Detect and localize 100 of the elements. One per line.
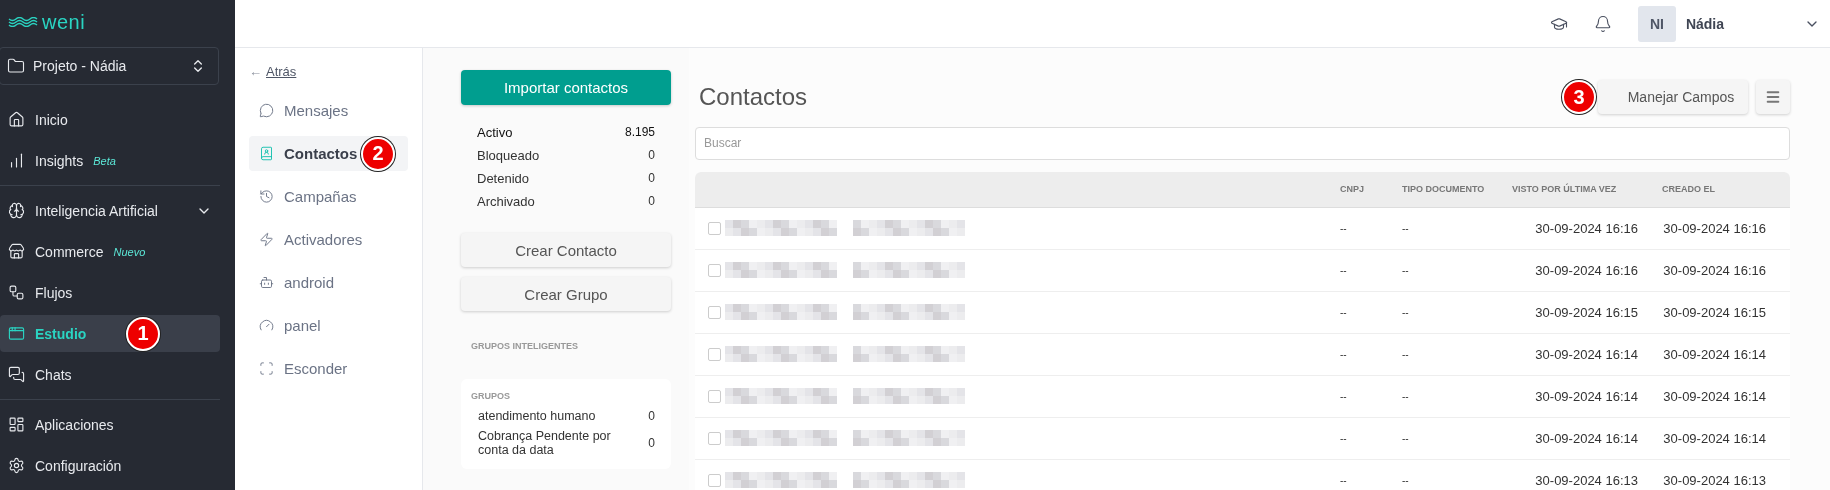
scan-icon <box>259 361 274 376</box>
step-marker: 3 <box>1562 80 1596 115</box>
column-header[interactable]: CNPJ <box>1340 184 1402 195</box>
table-cell-text: 30-09-2024 16:14 <box>1534 430 1639 446</box>
subnav-item[interactable]: Esconder <box>249 351 408 386</box>
flow-icon <box>8 284 25 301</box>
table-cell-text: 30-09-2024 16:16 <box>1534 220 1639 236</box>
sidebar-label: Chats <box>35 366 72 383</box>
sidebar-item[interactable]: Insights Beta <box>0 142 220 179</box>
robot-icon <box>259 275 274 290</box>
table-cell-text: -- <box>1402 432 1410 444</box>
sidebar-item[interactable]: Inicio <box>0 101 220 138</box>
grid-icon <box>8 416 25 433</box>
sidebar-item[interactable]: Estudio 1 <box>0 315 220 352</box>
bell-icon[interactable] <box>1593 14 1612 33</box>
table-cell-text: -- <box>1340 264 1348 276</box>
status-count: 8.195 <box>624 125 655 140</box>
sidebar-label: Commerce <box>35 243 104 260</box>
page-title: Contactos <box>699 83 808 112</box>
table-cell-text: 30-09-2024 16:16 <box>1534 262 1639 278</box>
subnav-item[interactable]: Mensajes <box>249 93 408 128</box>
status-label[interactable]: Archivado <box>477 194 535 209</box>
column-header[interactable]: TIPO DOCUMENTO <box>1402 184 1512 195</box>
create-button[interactable]: Crear Contacto <box>461 233 671 267</box>
subnav-item[interactable]: android <box>249 265 408 300</box>
status-label[interactable]: Bloqueado <box>477 148 540 163</box>
table-cell-text: 30-09-2024 16:14 <box>1662 430 1767 446</box>
section-heading: GRUPOS <box>471 391 511 401</box>
subnav-label: Mensajes <box>284 102 349 119</box>
sidebar-label: Estudio <box>35 325 87 342</box>
menu-button[interactable] <box>1756 80 1790 115</box>
sidebar-item[interactable]: Configuración <box>0 447 220 484</box>
group-count: 0 <box>648 409 655 423</box>
settings-icon <box>8 457 25 474</box>
subnav-item[interactable]: Campañas <box>249 179 408 214</box>
lightning-icon <box>259 232 274 247</box>
subnav-label: Esconder <box>284 360 348 377</box>
row-checkbox[interactable] <box>708 431 721 445</box>
sidebar-label: Flujos <box>35 284 73 301</box>
table-cell-text: 30-09-2024 16:13 <box>1534 472 1639 488</box>
column-header[interactable]: CREADO EL <box>1662 184 1790 195</box>
history-icon <box>259 189 274 204</box>
step-marker: 1 <box>126 316 160 351</box>
row-checkbox[interactable] <box>708 263 721 277</box>
wave-logo-icon <box>8 17 38 27</box>
table-cell-text: -- <box>1402 222 1410 234</box>
subnav-item[interactable]: Contactos 2 <box>249 136 408 171</box>
subnav-label: android <box>284 274 335 291</box>
row-checkbox[interactable] <box>708 221 721 235</box>
subnav-label: Campañas <box>284 188 357 205</box>
sidebar-label: Inteligencia Artificial <box>35 202 158 219</box>
project-selector[interactable]: Projeto - Nádia <box>0 47 219 85</box>
table-cell-text: 30-09-2024 16:14 <box>1534 346 1639 362</box>
subnav-label: Activadores <box>284 231 363 248</box>
table-cell-text: 30-09-2024 16:14 <box>1662 346 1767 362</box>
create-button[interactable]: Crear Grupo <box>461 277 671 311</box>
status-label[interactable]: Detenido <box>477 171 530 186</box>
back-link[interactable]: Atrás <box>266 64 297 79</box>
user-avatar[interactable]: NI <box>1637 5 1676 42</box>
row-checkbox[interactable] <box>708 389 721 403</box>
subnav-item[interactable]: panel <box>249 308 408 343</box>
table-cell-text: -- <box>1340 474 1348 486</box>
search-field[interactable]: Buscar <box>695 126 1790 160</box>
table-cell-text: 30-09-2024 16:14 <box>1534 388 1639 404</box>
row-checkbox[interactable] <box>708 305 721 319</box>
manage-fields-button[interactable]: Manejar Campos <box>1598 80 1748 115</box>
column-header[interactable]: VISTO POR ÚLTIMA VEZ <box>1512 184 1662 195</box>
group-label[interactable]: atendimento humano <box>478 409 596 423</box>
sidebar-label: Configuración <box>35 457 122 474</box>
user-name[interactable]: Nádia <box>1685 15 1724 32</box>
contact-book-icon <box>259 146 274 161</box>
row-checkbox[interactable] <box>708 347 721 361</box>
sidebar-item[interactable]: Aplicaciones <box>0 406 220 443</box>
sidebar-item[interactable]: Inteligencia Artificial <box>0 192 220 229</box>
menu-icon <box>1765 89 1781 106</box>
back-arrow: ← <box>249 64 262 79</box>
sidebar-label: Insights <box>35 152 84 169</box>
sidebar-item[interactable]: Chats <box>0 356 220 393</box>
row-checkbox[interactable] <box>708 473 721 487</box>
table-cell-text: -- <box>1402 390 1410 402</box>
sidebar-item[interactable]: Flujos <box>0 274 220 311</box>
status-count: 0 <box>648 148 655 163</box>
table-cell-text: -- <box>1402 264 1410 276</box>
sidebar-label: Inicio <box>35 111 68 128</box>
project-name: Projeto - Nádia <box>33 58 128 74</box>
group-label[interactable]: Cobrança Pendente por conta da data <box>478 429 641 457</box>
status-label[interactable]: Activo <box>477 125 513 140</box>
chart-icon <box>8 152 25 169</box>
sidebar-tag: Nuevo <box>113 245 146 258</box>
home-icon <box>8 111 25 128</box>
sidebar-label: Aplicaciones <box>35 416 114 433</box>
status-count: 0 <box>648 171 655 186</box>
status-count: 0 <box>648 194 655 209</box>
speech-bubble-icon <box>259 103 274 118</box>
subnav-label: panel <box>284 317 321 334</box>
subnav-item[interactable]: Activadores <box>249 222 408 257</box>
logo-text: weni <box>42 12 86 32</box>
table-cell-text: -- <box>1340 390 1348 402</box>
table-cell-text: -- <box>1402 474 1410 486</box>
sidebar-item[interactable]: Commerce Nuevo <box>0 233 220 270</box>
